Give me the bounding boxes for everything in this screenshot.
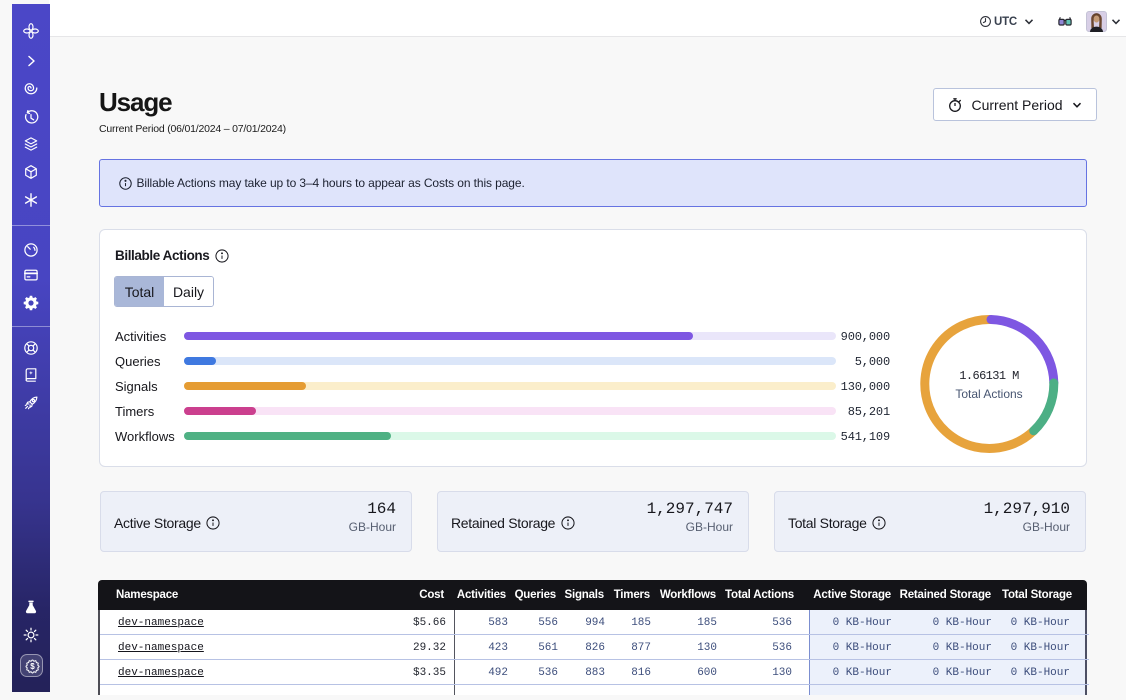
svg-text:$: $ [30,662,35,671]
